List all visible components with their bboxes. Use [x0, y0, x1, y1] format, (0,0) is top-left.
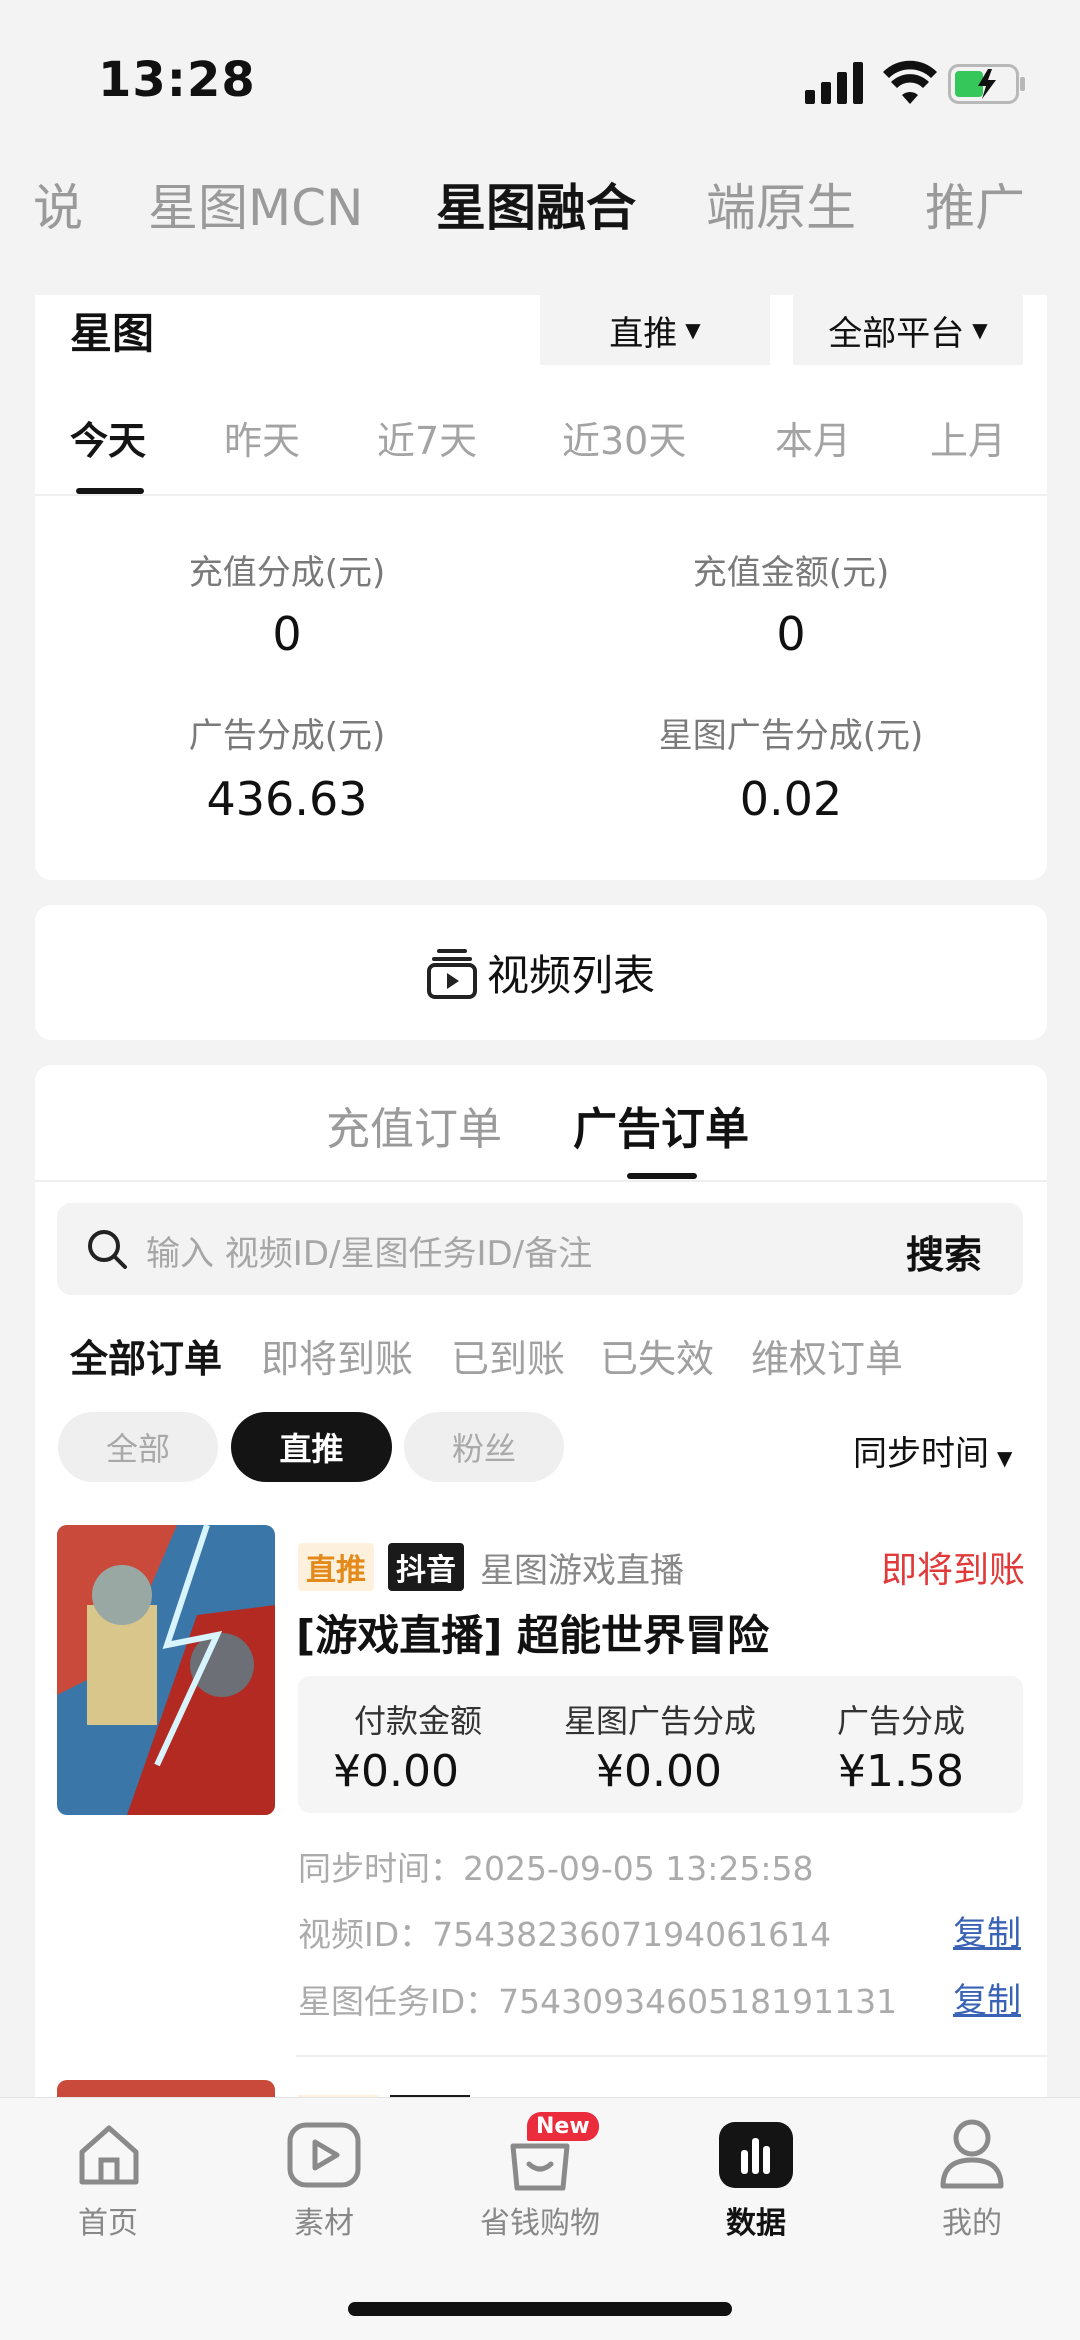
stat-label: 充值金额(元) [692, 553, 890, 593]
video-list-label: 视频列表 [486, 951, 655, 1000]
divider [35, 1180, 1047, 1182]
stat-label: 星图广告分成(元) [658, 716, 924, 756]
order-source: 星图游戏直播 [480, 1551, 684, 1591]
sort-label: 同步时间 [853, 1434, 989, 1474]
type-select-label: 直推 [609, 313, 678, 354]
platform-select-label: 全部平台 [828, 313, 965, 354]
video-list-icon [426, 948, 477, 999]
pill-direct[interactable]: 直推 [231, 1412, 392, 1482]
top-tab-4[interactable]: 推广 [925, 168, 1025, 240]
stat-value: 0 [272, 607, 302, 661]
status-time: 13:28 [98, 52, 256, 108]
date-tab-today[interactable]: 今天 [70, 410, 146, 465]
filter-expired[interactable]: 已失效 [600, 1328, 714, 1383]
battery-icon [948, 64, 1025, 104]
profile-icon[interactable] [937, 2118, 1007, 2190]
video-list-button[interactable]: 视频列表 [35, 905, 1047, 1040]
date-tab-last-month[interactable]: 上月 [930, 410, 1006, 465]
copy-video-id-link[interactable]: 复制 [953, 1906, 1021, 1955]
pill-fans[interactable]: 粉丝 [404, 1412, 564, 1482]
data-chart-icon[interactable] [719, 2122, 793, 2188]
cellular-signal-icon [805, 62, 863, 104]
pill-all[interactable]: 全部 [58, 1412, 218, 1482]
top-tab-0[interactable]: 说 [33, 168, 83, 240]
order-status: 即将到账 [881, 1550, 1026, 1591]
search-input[interactable]: 输入 视频ID/星图任务ID/备注 [146, 1226, 592, 1275]
material-icon[interactable] [287, 2120, 361, 2190]
badge-platform: 抖音 [388, 1543, 464, 1591]
stat-label: 广告分成(元) [188, 716, 386, 756]
summary-title: 星图 [70, 309, 155, 358]
new-badge: New [527, 2112, 599, 2141]
divider [296, 2055, 1047, 2057]
sync-time: 同步时间：2025-09-05 13:25:58 [298, 1849, 814, 1888]
filter-received[interactable]: 已到账 [451, 1328, 565, 1383]
wifi-icon [883, 60, 937, 104]
caret-down-icon: ▼ [685, 318, 701, 342]
sort-select[interactable]: 同步时间 ▼ [853, 1426, 1012, 1475]
nav-material[interactable]: 素材 [254, 2198, 394, 2242]
date-tab-this-month[interactable]: 本月 [775, 410, 851, 465]
stat-label: 充值分成(元) [188, 553, 386, 593]
stat-value: 436.63 [206, 772, 368, 826]
amount-value: ¥0.00 [596, 1746, 722, 1797]
filter-all-orders[interactable]: 全部订单 [70, 1328, 222, 1383]
date-tab-yesterday[interactable]: 昨天 [224, 410, 300, 465]
date-tab-7days[interactable]: 近7天 [377, 410, 477, 465]
order-title[interactable]: [游戏直播] 超能世界冒险 [296, 1602, 769, 1663]
order-thumbnail[interactable] [57, 1525, 275, 1815]
home-icon[interactable] [74, 2120, 144, 2190]
home-indicator [348, 2302, 732, 2316]
filter-pending[interactable]: 即将到账 [261, 1328, 413, 1383]
stat-value: 0 [776, 607, 806, 661]
search-button[interactable]: 搜索 [906, 1224, 982, 1279]
platform-select[interactable]: 全部平台 ▼ [793, 295, 1023, 365]
copy-task-id-link[interactable]: 复制 [953, 1973, 1021, 2022]
amount-label: 广告分成 [836, 1702, 965, 1740]
nav-me[interactable]: 我的 [902, 2198, 1042, 2242]
nav-data[interactable]: 数据 [686, 2198, 826, 2242]
type-select[interactable]: 直推 ▼ [540, 295, 770, 365]
date-tab-30days[interactable]: 近30天 [562, 410, 686, 465]
top-tab-3[interactable]: 端原生 [706, 168, 856, 240]
caret-down-icon: ▼ [997, 1446, 1013, 1470]
amount-value: ¥0.00 [333, 1746, 459, 1797]
amount-value: ¥1.58 [838, 1746, 964, 1797]
order-tab-indicator [627, 1173, 697, 1179]
task-id: 星图任务ID：7543093460518191131 [298, 1982, 898, 2021]
filter-dispute[interactable]: 维权订单 [751, 1328, 903, 1383]
nav-shopping[interactable]: 省钱购物 [470, 2198, 610, 2242]
divider [35, 494, 1047, 496]
amount-label: 付款金额 [353, 1702, 482, 1740]
video-id: 视频ID：7543823607194061614 [298, 1915, 832, 1954]
tab-recharge-orders[interactable]: 充值订单 [326, 1093, 502, 1157]
top-tab-1[interactable]: 星图MCN [148, 168, 363, 240]
search-icon [88, 1230, 127, 1269]
stat-value: 0.02 [739, 772, 843, 826]
tab-ad-orders[interactable]: 广告订单 [573, 1093, 749, 1157]
nav-home[interactable]: 首页 [38, 2198, 178, 2242]
badge-direct: 直推 [298, 1543, 374, 1591]
amount-label: 星图广告分成 [563, 1702, 756, 1740]
top-tab-2[interactable]: 星图融合 [436, 168, 636, 240]
caret-down-icon: ▼ [972, 318, 988, 342]
